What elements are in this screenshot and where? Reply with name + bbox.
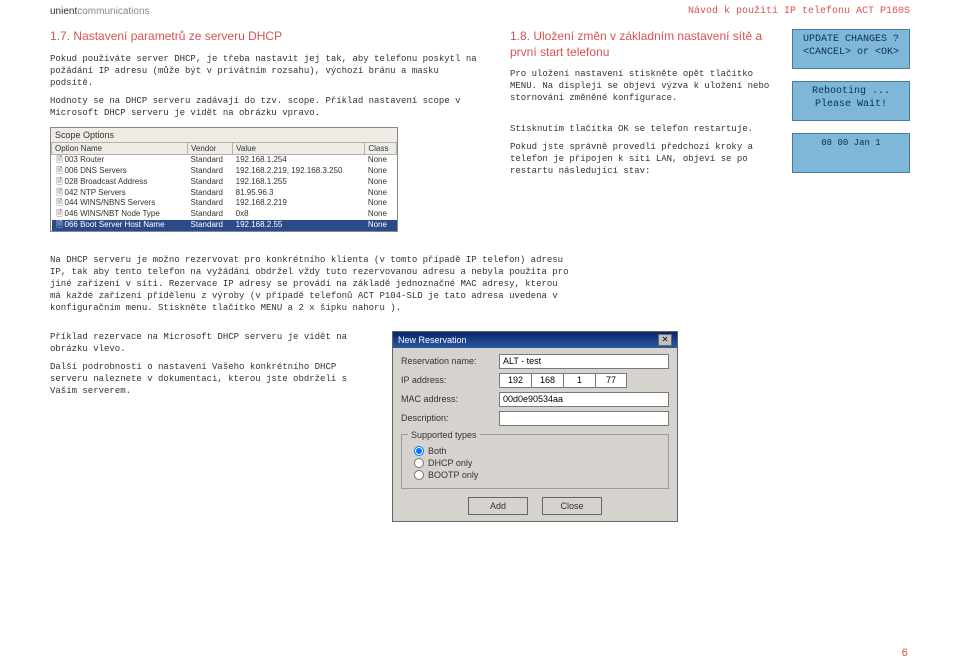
add-button[interactable]: Add xyxy=(468,497,528,515)
doc-icon: 🗎 xyxy=(55,209,65,220)
radio-bootp-label: BOOTP only xyxy=(428,470,478,480)
table-row-selected[interactable]: 🗎066 Boot Server Host Name Standard 192.… xyxy=(52,220,397,231)
col-value[interactable]: Value xyxy=(233,143,365,155)
dialog-title: New Reservation xyxy=(398,335,467,345)
scope-options-panel: Scope Options Option Name Vendor Value C… xyxy=(50,127,398,232)
doc-icon: 🗎 xyxy=(55,198,65,209)
para-1-7-b: Hodnoty se na DHCP serveru zadávají do t… xyxy=(50,95,480,119)
scope-options-table: Option Name Vendor Value Class 🗎003 Rout… xyxy=(51,142,397,231)
lcd-display-2: Rebooting ... Please Wait! xyxy=(792,81,910,121)
ip-address-input[interactable] xyxy=(499,373,627,388)
doc-icon: 🗎 xyxy=(55,188,65,199)
heading-1-7: 1.7. Nastavení parametrů ze serveru DHCP xyxy=(50,29,480,45)
page-number: 6 xyxy=(901,648,908,660)
para-1-8-c: Pokud jste správně provedli předchozí kr… xyxy=(510,141,778,177)
close-dialog-button[interactable]: Close xyxy=(542,497,602,515)
section-1-7: 1.7. Nastavení parametrů ze serveru DHCP… xyxy=(50,29,480,232)
new-reservation-dialog: New Reservation ✕ Reservation name: IP a… xyxy=(392,331,678,522)
radio-bootp-only[interactable]: BOOTP only xyxy=(414,470,662,480)
col-option-name[interactable]: Option Name xyxy=(52,143,188,155)
ip-octet-2[interactable] xyxy=(531,373,563,388)
label-mac-address: MAC address: xyxy=(401,394,493,404)
table-row[interactable]: 🗎044 WINS/NBNS Servers Standard 192.168.… xyxy=(52,198,397,209)
close-button[interactable]: ✕ xyxy=(658,334,672,346)
supported-types-group: Supported types Both DHCP only BOOTP onl… xyxy=(401,430,669,489)
radio-dhcp-only[interactable]: DHCP only xyxy=(414,458,662,468)
label-reservation-name: Reservation name: xyxy=(401,356,493,366)
radio-both-label: Both xyxy=(428,446,447,456)
radio-both-input[interactable] xyxy=(414,446,424,456)
doc-icon: 🗎 xyxy=(55,177,65,188)
reservation-name-input[interactable] xyxy=(499,354,669,369)
doc-header: unientcommunications Návod k použití IP … xyxy=(0,0,960,21)
dhcp-reservation-text: Na DHCP serveru je možno rezervovat pro … xyxy=(50,254,570,315)
ip-octet-3[interactable] xyxy=(563,373,595,388)
col-vendor[interactable]: Vendor xyxy=(188,143,233,155)
para-dhcp-reserve: Na DHCP serveru je možno rezervovat pro … xyxy=(50,254,570,315)
doc-icon: 🗎 xyxy=(55,166,65,177)
table-row[interactable]: 🗎046 WINS/NBT Node Type Standard 0x8 Non… xyxy=(52,209,397,220)
label-supported-types: Supported types xyxy=(408,430,480,440)
dialog-titlebar[interactable]: New Reservation ✕ xyxy=(393,332,677,348)
section-1-8: 1.8. Uložení změn v základním nastavení … xyxy=(510,29,910,232)
reservation-left-text: Příklad rezervace na Microsoft DHCP serv… xyxy=(50,331,364,522)
para-1-8-a: Pro uložení nastavení stiskněte opět tla… xyxy=(510,68,778,104)
lcd-stack: UPDATE CHANGES ? <CANCEL> or <OK> Reboot… xyxy=(792,29,910,232)
mac-address-input[interactable] xyxy=(499,392,669,407)
lcd-display-3: 08 00 Jan 1 xyxy=(792,133,910,173)
doc-icon: 🗎 xyxy=(55,155,65,166)
radio-both[interactable]: Both xyxy=(414,446,662,456)
para-reserve-a: Příklad rezervace na Microsoft DHCP serv… xyxy=(50,331,364,355)
ip-octet-4[interactable] xyxy=(595,373,627,388)
page-body: 1.7. Nastavení parametrů ze serveru DHCP… xyxy=(0,21,960,522)
doc-title: Návod k použití IP telefonu ACT P160S xyxy=(688,6,910,17)
para-1-7-a: Pokud používáte server DHCP, je třeba na… xyxy=(50,53,480,89)
label-description: Description: xyxy=(401,413,493,423)
table-row[interactable]: 🗎042 NTP Servers Standard 81.95.96.3 Non… xyxy=(52,188,397,199)
para-1-8-b: Stisknutím tlačítka OK se telefon restar… xyxy=(510,123,778,135)
brand: unientcommunications xyxy=(50,6,150,17)
label-ip-address: IP address: xyxy=(401,375,493,385)
col-class[interactable]: Class xyxy=(365,143,397,155)
table-row[interactable]: 🗎003 Router Standard 192.168.1.254 None xyxy=(52,155,397,166)
table-row[interactable]: 🗎028 Broadcast Address Standard 192.168.… xyxy=(52,177,397,188)
brand-light: communications xyxy=(77,6,149,17)
radio-dhcp-label: DHCP only xyxy=(428,458,472,468)
lcd-display-1: UPDATE CHANGES ? <CANCEL> or <OK> xyxy=(792,29,910,69)
para-reserve-b: Další podrobnosti o nastavení Vašeho kon… xyxy=(50,361,364,397)
heading-1-8: 1.8. Uložení změn v základním nastavení … xyxy=(510,29,778,60)
radio-bootp-input[interactable] xyxy=(414,470,424,480)
table-row[interactable]: 🗎006 DNS Servers Standard 192.168.2.219,… xyxy=(52,166,397,177)
ip-octet-1[interactable] xyxy=(499,373,531,388)
scope-options-title: Scope Options xyxy=(51,128,397,142)
doc-icon: 🗎 xyxy=(55,220,65,231)
brand-strong: unient xyxy=(50,6,77,17)
description-input[interactable] xyxy=(499,411,669,426)
radio-dhcp-input[interactable] xyxy=(414,458,424,468)
